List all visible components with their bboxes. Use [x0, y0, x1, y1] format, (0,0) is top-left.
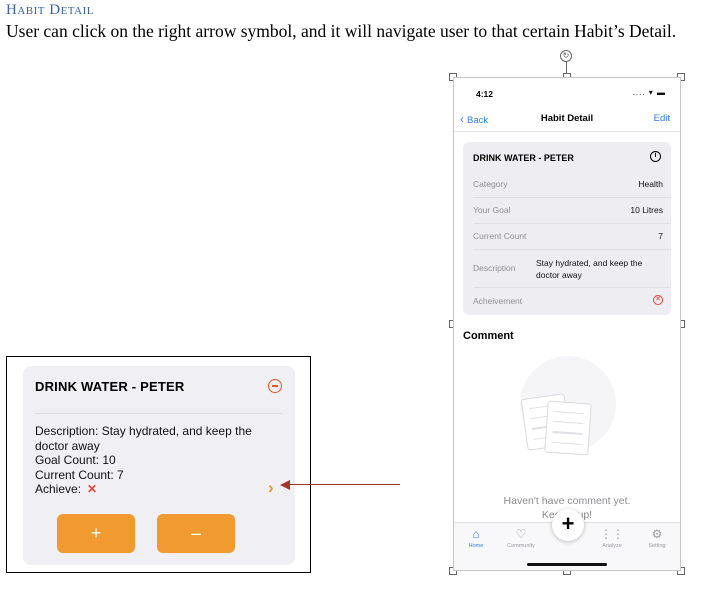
chevron-right-icon[interactable]: ›	[268, 479, 274, 496]
description-value: Stay hydrated, and keep the doctor away	[536, 257, 664, 281]
row-label: Acheivement	[473, 296, 523, 306]
comment-section-title: Comment	[463, 330, 514, 342]
card-divider	[35, 413, 283, 414]
card-current: Current Count: 7	[35, 467, 124, 482]
decrement-button[interactable]: –	[157, 514, 235, 553]
row-divider	[473, 249, 671, 250]
gear-icon: ⚙	[651, 527, 663, 541]
nav-bar: ‹ Back Habit Detail Edit	[454, 108, 680, 132]
status-bar: 4:12 .... ▾ ▬	[454, 78, 680, 108]
habit-info-card: DRINK WATER - PETER i Category Health Yo…	[463, 142, 671, 315]
tab-label: Community	[507, 543, 535, 549]
row-divider	[473, 197, 671, 198]
card-description-line1: Description: Stay hydrated, and keep the	[35, 424, 252, 438]
waveform-icon: ⋮⋮	[600, 527, 624, 541]
edit-button[interactable]: Edit	[654, 113, 670, 124]
habit-card: DRINK WATER - PETER Description: Stay hy…	[23, 366, 295, 565]
cross-icon: ✕	[87, 482, 98, 496]
tab-home[interactable]: ⌂ Home	[454, 527, 498, 549]
tab-label: Home	[468, 543, 484, 549]
description-line2: doctor away	[536, 270, 582, 280]
card-achieve-label: Achieve:	[35, 482, 82, 496]
tab-community[interactable]: ♡ Community	[499, 527, 543, 549]
row-divider	[473, 287, 671, 288]
row-label: Description	[473, 263, 516, 273]
add-button[interactable]: +	[552, 509, 584, 541]
card-description-line2: doctor away	[35, 438, 100, 453]
row-value: Health	[638, 179, 663, 189]
pointer-arrow-line	[290, 484, 400, 485]
row-label: Current Count	[473, 231, 527, 241]
row-label: Your Goal	[473, 205, 511, 215]
document-icon	[544, 400, 592, 456]
tab-setting[interactable]: ⚙ Setting	[635, 527, 679, 549]
info-icon[interactable]: i	[650, 151, 661, 162]
tab-bar: ⌂ Home ♡ Community + ⋮⋮ Analyze ⚙ Settin…	[454, 509, 680, 570]
home-indicator	[527, 563, 607, 566]
habit-card-details: Description: Stay hydrated, and keep the…	[35, 424, 275, 497]
habit-info-title: DRINK WATER - PETER	[473, 153, 574, 163]
tab-label: Setting	[648, 543, 666, 549]
empty-state-text: Haven't have comment yet.	[503, 495, 631, 507]
status-icons: .... ▾ ▬	[632, 88, 666, 97]
doc-heading: Habit Detail	[6, 2, 94, 18]
habit-card-title: DRINK WATER - PETER	[35, 379, 185, 394]
increment-button[interactable]: +	[57, 514, 135, 553]
doc-paragraph: User can click on the right arrow symbol…	[6, 21, 677, 41]
pointer-arrow-head	[280, 480, 290, 490]
heart-icon: ♡	[515, 527, 527, 541]
card-goal: Goal Count: 10	[35, 453, 116, 467]
phone-screen: 4:12 .... ▾ ▬ ‹ Back Habit Detail Edit DR…	[453, 77, 681, 571]
tab-analyze[interactable]: ⋮⋮ Analyze	[590, 527, 634, 549]
home-icon: ⌂	[472, 527, 480, 541]
description-line1: Stay hydrated, and keep the	[536, 258, 643, 268]
row-divider	[473, 223, 671, 224]
tab-label: Analyze	[602, 543, 622, 549]
cross-circle-icon: ✕	[653, 295, 663, 305]
row-label: Category	[473, 179, 508, 189]
nav-title: Habit Detail	[540, 113, 594, 124]
card-mockup-frame: DRINK WATER - PETER Description: Stay hy…	[6, 356, 311, 573]
card-achieve-row: Achieve: ✕	[35, 482, 275, 497]
remove-icon[interactable]	[268, 379, 282, 393]
row-value: 10 Litres	[630, 205, 663, 215]
status-time: 4:12	[476, 89, 494, 99]
rotate-handle-line	[566, 61, 567, 73]
row-value: 7	[658, 231, 663, 241]
